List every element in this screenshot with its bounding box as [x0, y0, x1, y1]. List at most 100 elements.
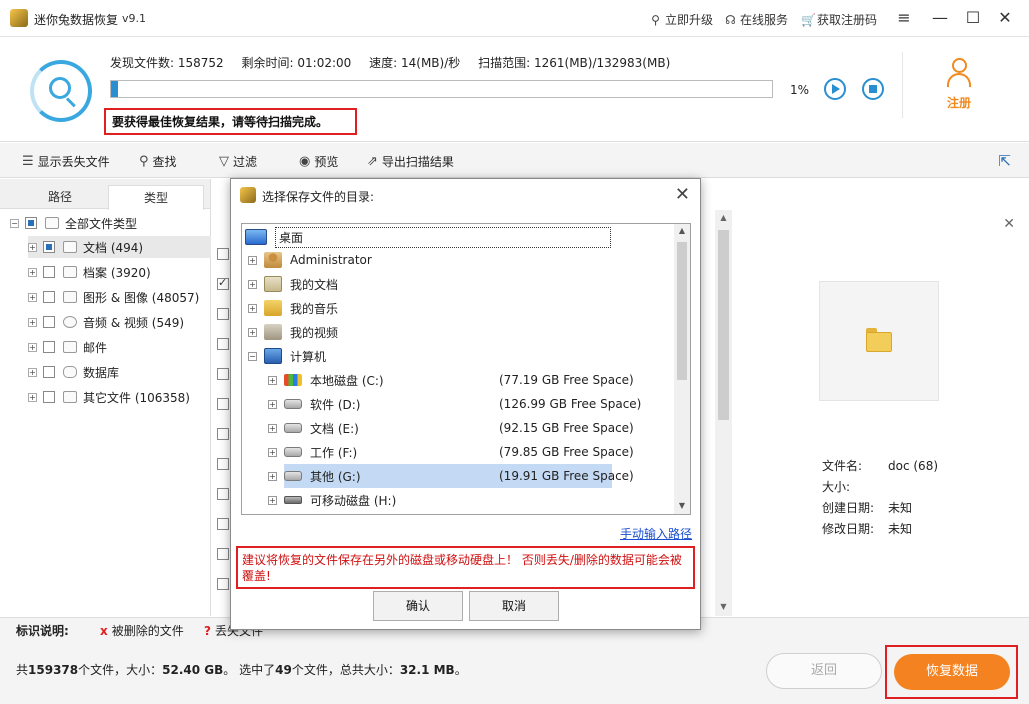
expand-icon[interactable]: +: [268, 447, 277, 457]
close-icon[interactable]: ✕: [993, 6, 1017, 30]
expand-icon[interactable]: +: [248, 255, 257, 265]
filter-button[interactable]: ▽ 过滤: [219, 153, 257, 170]
tree-checkbox[interactable]: [43, 266, 55, 278]
tree-item-drive-h[interactable]: + 可移动磁盘 (H:): [268, 488, 396, 512]
cancel-button[interactable]: 取消: [469, 591, 559, 621]
hamburger-icon[interactable]: ≡: [892, 6, 916, 30]
maximize-icon[interactable]: ☐: [961, 6, 985, 30]
tree-checkbox[interactable]: [43, 291, 55, 303]
dialog-warning: 建议将恢复的文件保存在另外的磁盘或移动硬盘上！ 否则丢失/删除的数据可能会被覆盖…: [236, 546, 695, 589]
stop-button[interactable]: [862, 78, 884, 100]
expand-icon[interactable]: +: [28, 367, 37, 377]
close-icon[interactable]: ✕: [675, 184, 690, 205]
close-icon[interactable]: ✕: [1003, 216, 1015, 232]
tree-item-my-music[interactable]: + 我的音乐: [248, 296, 338, 320]
list-icon: ☰: [22, 154, 34, 169]
row-checkbox[interactable]: [217, 428, 229, 440]
expand-icon[interactable]: +: [268, 495, 277, 505]
back-button[interactable]: 返回: [766, 653, 882, 689]
scroll-up-icon[interactable]: ▲: [674, 226, 690, 235]
expand-icon[interactable]: +: [28, 317, 37, 327]
manual-path-link[interactable]: 手动输入路径: [620, 525, 692, 542]
tree-checkbox[interactable]: [43, 241, 55, 253]
tree-checkbox[interactable]: [25, 217, 37, 229]
tree-checkbox[interactable]: [43, 366, 55, 378]
tree-label: 软件 (D:): [310, 397, 361, 412]
tree-item-documents[interactable]: + 文档 (494): [28, 236, 211, 258]
tab-type[interactable]: 类型: [108, 185, 204, 210]
expand-icon[interactable]: +: [28, 292, 37, 302]
tree-item-media[interactable]: + 音频 & 视频 (549): [28, 311, 184, 333]
minimize-icon[interactable]: —: [928, 6, 952, 30]
file-type-panel: 路径 类型 − 全部文件类型 + 文档 (494) + 档案 (3920) + 图形 &…: [0, 179, 211, 616]
expand-icon[interactable]: +: [248, 279, 257, 289]
hard-drive-icon: [284, 423, 302, 433]
row-checkbox[interactable]: [217, 308, 229, 320]
tree-item-mail[interactable]: + 邮件: [28, 336, 107, 358]
expand-icon[interactable]: +: [248, 327, 257, 337]
recover-data-button[interactable]: 恢复数据: [894, 654, 1010, 690]
row-checkbox[interactable]: [217, 248, 229, 260]
tree-checkbox[interactable]: [43, 391, 55, 403]
search-button[interactable]: ⚲ 查找: [139, 153, 177, 170]
expand-icon[interactable]: +: [268, 423, 277, 433]
show-lost-files-button[interactable]: ☰ 显示丢失文件: [22, 153, 110, 170]
free-space: (92.15 GB Free Space): [499, 421, 634, 435]
expand-icon[interactable]: +: [28, 392, 37, 402]
collapse-icon[interactable]: −: [10, 218, 19, 228]
folder-tree-scrollbar[interactable]: ▲ ▼: [674, 224, 690, 514]
get-code-link[interactable]: 🛒 获取注册码: [801, 11, 877, 28]
expand-icon[interactable]: +: [248, 303, 257, 313]
tree-item-drive-g[interactable]: + 其他 (G:) (19.91 GB Free Space): [268, 464, 634, 488]
expand-icon[interactable]: +: [268, 471, 277, 481]
tree-item-administrator[interactable]: + Administrator: [248, 248, 372, 272]
collapse-icon[interactable]: −: [248, 351, 257, 361]
scroll-down-icon[interactable]: ▼: [715, 602, 732, 611]
folder-icon: [866, 328, 892, 352]
row-checkbox[interactable]: [217, 578, 229, 590]
preview-button[interactable]: ◉ 预览: [299, 153, 338, 170]
tree-item-drive-e[interactable]: + 文档 (E:) (92.15 GB Free Space): [268, 416, 634, 440]
tree-item-my-videos[interactable]: + 我的视频: [248, 320, 338, 344]
row-checkbox[interactable]: [217, 548, 229, 560]
tree-checkbox[interactable]: [43, 341, 55, 353]
row-checkbox[interactable]: [217, 488, 229, 500]
tree-item-my-documents[interactable]: + 我的文档: [248, 272, 338, 296]
register-button[interactable]: 注册: [934, 58, 984, 111]
row-checkbox[interactable]: [217, 368, 229, 380]
tree-item-other[interactable]: + 其它文件 (106358): [28, 386, 190, 408]
tree-item-database[interactable]: + 数据库: [28, 361, 119, 383]
expand-icon[interactable]: +: [28, 342, 37, 352]
tree-item-all[interactable]: − 全部文件类型: [10, 212, 137, 234]
expand-icon[interactable]: +: [268, 399, 277, 409]
tree-item-desktop[interactable]: 桌面: [245, 225, 611, 249]
row-checkbox[interactable]: [217, 398, 229, 410]
scroll-up-icon[interactable]: ▲: [715, 213, 732, 222]
play-button[interactable]: [824, 78, 846, 100]
expand-icon[interactable]: +: [28, 267, 37, 277]
scroll-thumb[interactable]: [718, 230, 729, 420]
confirm-button[interactable]: 确认: [373, 591, 463, 621]
tree-checkbox[interactable]: [43, 316, 55, 328]
expand-icon[interactable]: +: [268, 375, 277, 385]
share-icon[interactable]: ⇱: [998, 152, 1011, 170]
upgrade-link[interactable]: ⚲ 立即升级: [649, 11, 713, 28]
tree-item-drive-d[interactable]: + 软件 (D:) (126.99 GB Free Space): [268, 392, 641, 416]
online-service-link[interactable]: ☊ 在线服务: [724, 11, 788, 28]
tree-item-archives[interactable]: + 档案 (3920): [28, 261, 151, 283]
row-checkbox[interactable]: [217, 518, 229, 530]
scroll-thumb[interactable]: [677, 242, 687, 380]
scroll-down-icon[interactable]: ▼: [674, 501, 690, 510]
expand-icon[interactable]: +: [28, 242, 37, 252]
tree-item-drive-c[interactable]: + 本地磁盘 (C:) (77.19 GB Free Space): [268, 368, 634, 392]
row-checkbox[interactable]: [217, 458, 229, 470]
file-list-scrollbar[interactable]: ▲ ▼: [715, 210, 732, 616]
deleted-mark-icon: x: [100, 624, 108, 638]
export-results-button[interactable]: ⇗ 导出扫描结果: [367, 153, 454, 170]
tree-item-drive-f[interactable]: + 工作 (F:) (79.85 GB Free Space): [268, 440, 634, 464]
row-checkbox[interactable]: [217, 338, 229, 350]
tree-item-images[interactable]: + 图形 & 图像 (48057): [28, 286, 199, 308]
tree-item-computer[interactable]: − 计算机: [248, 344, 326, 368]
tab-path[interactable]: 路径: [12, 185, 108, 210]
row-checkbox[interactable]: [217, 276, 229, 290]
